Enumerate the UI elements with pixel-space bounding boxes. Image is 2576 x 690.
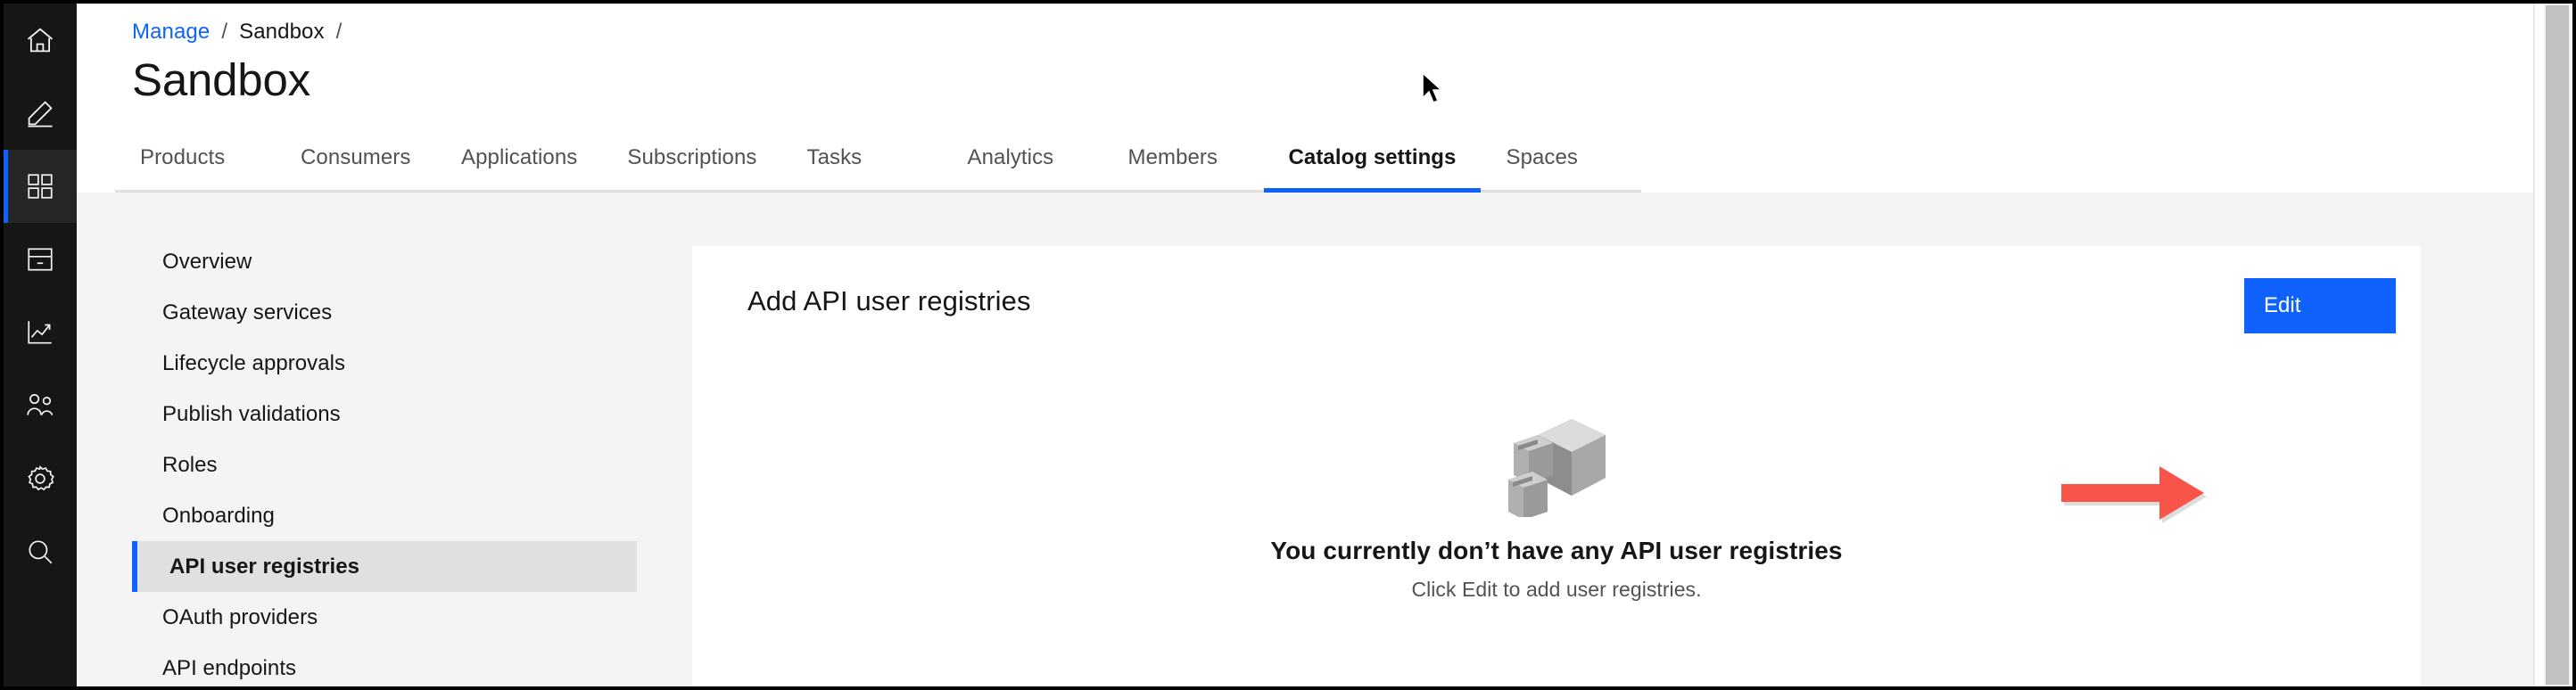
grid-icon: [25, 171, 55, 201]
subnav-item-onboarding[interactable]: Onboarding: [132, 490, 637, 541]
rail-item-home[interactable]: [4, 4, 77, 77]
subnav-item-overview[interactable]: Overview: [132, 236, 637, 287]
rail-item-catalogs[interactable]: [4, 223, 77, 296]
subnav-item-publish-validations[interactable]: Publish validations: [132, 389, 637, 439]
screenshot-frame: Manage / Sandbox / Sandbox Products Consu…: [0, 0, 2576, 690]
rail-item-search[interactable]: [4, 515, 77, 588]
filing-cabinet-illustration: [1508, 419, 1606, 517]
page-title: Sandbox: [132, 54, 310, 105]
subnav-item-lifecycle-approvals[interactable]: Lifecycle approvals: [132, 338, 637, 389]
tab-bar: Products Consumers Applications Subscriptio…: [115, 137, 1642, 193]
subnav-item-oauth-providers[interactable]: OAuth providers: [132, 592, 637, 643]
tab-products[interactable]: Products: [115, 137, 276, 193]
subnav-item-roles[interactable]: Roles: [132, 439, 637, 490]
edit-button[interactable]: Edit: [2244, 278, 2396, 333]
breadcrumb: Manage / Sandbox /: [132, 20, 342, 45]
rail-item-members[interactable]: [4, 369, 77, 442]
gear-icon: [25, 464, 55, 494]
breadcrumb-separator: /: [221, 20, 228, 44]
rail-item-edit[interactable]: [4, 77, 77, 150]
api-user-registries-card: Add API user registries Edit You current…: [692, 246, 2421, 686]
rail-item-manage[interactable]: [4, 150, 77, 223]
tab-members[interactable]: Members: [1102, 137, 1264, 193]
tab-spaces[interactable]: Spaces: [1481, 137, 1642, 193]
application-window: Manage / Sandbox / Sandbox Products Consu…: [4, 4, 2572, 686]
search-icon: [25, 537, 55, 567]
empty-state-title: You currently don’t have any API user re…: [1270, 537, 1843, 564]
analytics-icon: [25, 317, 55, 348]
vertical-scrollbar[interactable]: [2533, 4, 2572, 686]
page-body: Overview Gateway services Lifecycle approv…: [77, 193, 2572, 686]
tab-applications[interactable]: Applications: [436, 137, 603, 193]
breadcrumb-current-sandbox: Sandbox: [239, 20, 325, 44]
empty-state-subtitle: Click Edit to add user registries.: [1411, 578, 1702, 601]
tab-catalog-settings[interactable]: Catalog settings: [1263, 137, 1482, 193]
rail-item-settings[interactable]: [4, 442, 77, 515]
drawer-icon: [25, 244, 55, 275]
subnav-item-api-endpoints[interactable]: API endpoints: [132, 643, 637, 686]
breadcrumb-link-manage[interactable]: Manage: [132, 20, 210, 45]
tab-analytics[interactable]: Analytics: [942, 137, 1103, 193]
left-icon-rail: [4, 4, 77, 686]
page-header: Manage / Sandbox / Sandbox Products Consu…: [77, 4, 2572, 193]
empty-state: You currently don’t have any API user re…: [692, 412, 2421, 602]
subnav-item-api-user-registries[interactable]: API user registries: [132, 541, 637, 592]
tab-consumers[interactable]: Consumers: [276, 137, 436, 193]
rail-item-analytics[interactable]: [4, 296, 77, 369]
tab-subscriptions[interactable]: Subscriptions: [602, 137, 782, 193]
edit-icon: [24, 97, 56, 129]
tab-tasks[interactable]: Tasks: [781, 137, 943, 193]
home-icon: [24, 24, 56, 56]
subnav-item-gateway-services[interactable]: Gateway services: [132, 287, 637, 338]
card-title: Add API user registries: [747, 285, 1031, 316]
breadcrumb-separator-2: /: [335, 20, 343, 44]
scrollbar-thumb[interactable]: [2546, 5, 2569, 685]
users-icon: [25, 390, 55, 421]
catalog-settings-subnav: Overview Gateway services Lifecycle approv…: [132, 236, 637, 686]
